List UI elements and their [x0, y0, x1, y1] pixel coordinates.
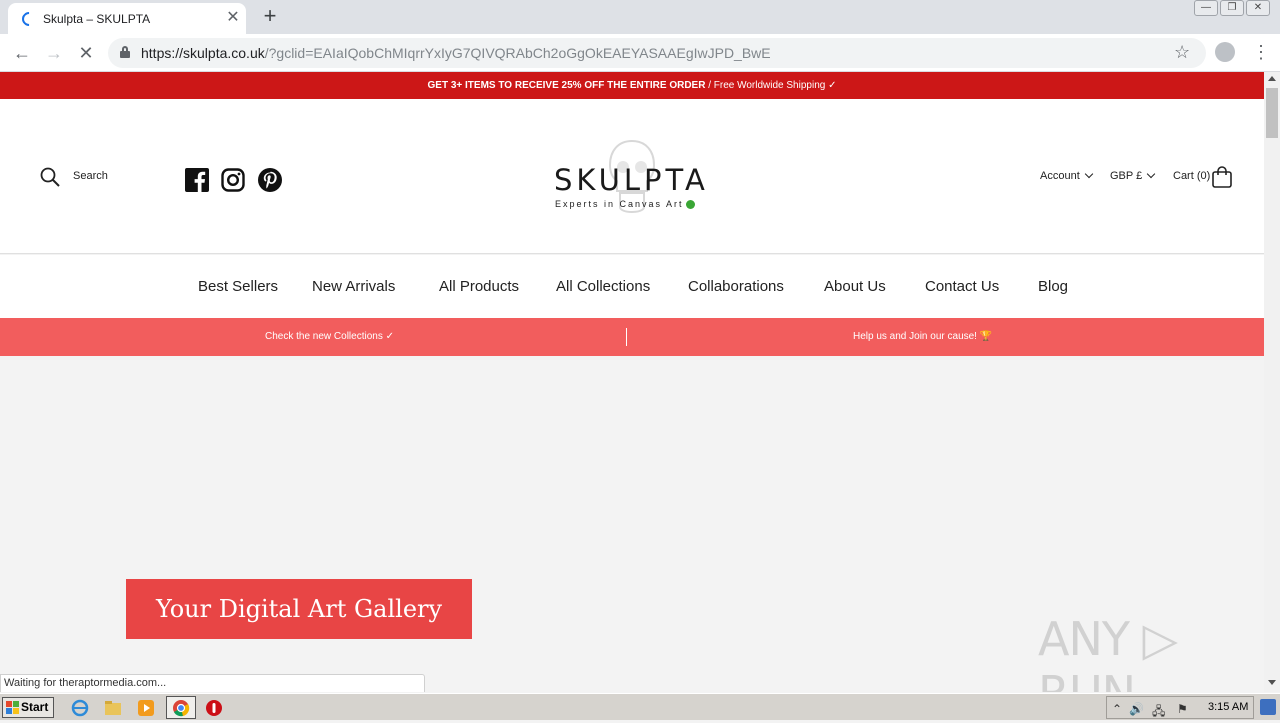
- site-logo[interactable]: SKULPTA Experts in Canvas Art: [554, 137, 714, 217]
- taskbar: Start ⌃ 🔊 🖧 ⚑ 3:15 AM: [0, 693, 1280, 720]
- loading-spinner-icon: [19, 9, 39, 29]
- new-collections-link[interactable]: Check the new Collections ✓: [265, 331, 394, 342]
- cart-link[interactable]: Cart (0): [1173, 170, 1210, 182]
- nav-collaborations[interactable]: Collaborations: [688, 278, 784, 295]
- window-controls: — ❐ ✕: [1194, 0, 1270, 18]
- file-explorer-icon[interactable]: [104, 699, 122, 717]
- announcement-bar: Check the new Collections ✓ Help us and …: [0, 318, 1264, 356]
- page-scrollbar[interactable]: [1264, 72, 1280, 692]
- chrome-icon: [173, 700, 190, 717]
- main-navigation: Best Sellers New Arrivals All Products A…: [0, 255, 1264, 318]
- bookmark-star-icon[interactable]: ☆: [1174, 42, 1190, 63]
- browser-toolbar: ← → ✕ https://skulpta.co.uk/?gclid=EAIaI…: [0, 34, 1280, 72]
- restore-button[interactable]: ❐: [1220, 0, 1244, 16]
- volume-icon[interactable]: 🔊: [1129, 702, 1144, 716]
- action-center-flag-icon[interactable]: ⚑: [1177, 702, 1188, 716]
- promo-banner[interactable]: GET 3+ ITEMS TO RECEIVE 25% OFF THE ENTI…: [0, 72, 1264, 99]
- logo-wordmark: SKULPTA: [554, 163, 709, 197]
- back-button[interactable]: ←: [9, 40, 35, 66]
- windows-logo-icon: [6, 701, 19, 714]
- instagram-icon[interactable]: [221, 168, 245, 192]
- pinterest-icon[interactable]: [258, 168, 282, 192]
- scroll-thumb[interactable]: [1266, 88, 1278, 138]
- media-player-icon[interactable]: [137, 699, 155, 717]
- logo-tagline: Experts in Canvas Art: [555, 199, 695, 210]
- tab-close-icon[interactable]: ✕: [224, 9, 242, 27]
- nav-all-collections[interactable]: All Collections: [556, 278, 650, 295]
- tray-expand-icon[interactable]: ⌃: [1112, 702, 1122, 716]
- scroll-up-arrow-icon[interactable]: [1268, 76, 1276, 81]
- nav-contact-us[interactable]: Contact Us: [925, 278, 999, 295]
- scroll-down-arrow-icon[interactable]: [1268, 680, 1276, 685]
- search-icon[interactable]: [40, 167, 60, 187]
- divider: [626, 328, 627, 346]
- show-desktop-icon[interactable]: [1260, 699, 1276, 715]
- browser-menu-icon[interactable]: ⋮: [1252, 40, 1270, 64]
- start-button[interactable]: Start: [2, 697, 54, 718]
- chrome-taskbar-button[interactable]: [166, 696, 196, 719]
- taskbar-clock[interactable]: 3:15 AM: [1208, 701, 1248, 713]
- close-window-button[interactable]: ✕: [1246, 0, 1270, 16]
- check-badge-icon: [685, 200, 695, 210]
- nav-best-sellers[interactable]: Best Sellers: [198, 278, 278, 295]
- new-tab-button[interactable]: +: [258, 4, 282, 28]
- anyrun-watermark: ANY ▷ RUN: [1038, 612, 1178, 692]
- browser-tab-bar: Skulpta – SKULPTA ✕ + — ❐ ✕: [0, 0, 1280, 34]
- hero-gallery-button[interactable]: Your Digital Art Gallery: [126, 579, 472, 639]
- profile-avatar-icon[interactable]: [1215, 42, 1235, 62]
- forward-button[interactable]: →: [41, 40, 67, 66]
- shopping-bag-icon[interactable]: [1211, 166, 1233, 188]
- browser-tab[interactable]: Skulpta – SKULPTA ✕: [8, 3, 246, 34]
- internet-explorer-icon[interactable]: [71, 699, 89, 717]
- nav-new-arrivals[interactable]: New Arrivals: [312, 278, 395, 295]
- browser-status-bar: Waiting for theraptormedia.com...: [0, 674, 425, 692]
- chevron-down-icon: [1084, 169, 1093, 179]
- nav-blog[interactable]: Blog: [1038, 278, 1068, 295]
- stop-loading-button[interactable]: ✕: [73, 40, 99, 66]
- opera-icon[interactable]: [205, 699, 223, 717]
- site-header: Search SKULPTA Experts in Canvas Art Acc…: [0, 99, 1264, 254]
- tab-title: Skulpta – SKULPTA: [43, 12, 151, 26]
- chevron-down-icon: [1146, 169, 1156, 179]
- facebook-icon[interactable]: [185, 168, 209, 192]
- minimize-button[interactable]: —: [1194, 0, 1218, 16]
- join-cause-link[interactable]: Help us and Join our cause! 🏆: [853, 331, 992, 342]
- nav-about-us[interactable]: About Us: [824, 278, 886, 295]
- page-viewport: GET 3+ ITEMS TO RECEIVE 25% OFF THE ENTI…: [0, 72, 1264, 692]
- currency-selector[interactable]: GBP £: [1110, 169, 1156, 182]
- search-label[interactable]: Search: [73, 170, 108, 182]
- nav-all-products[interactable]: All Products: [439, 278, 519, 295]
- address-bar[interactable]: https://skulpta.co.uk/?gclid=EAIaIQobChM…: [108, 38, 1206, 68]
- account-menu[interactable]: Account: [1040, 169, 1093, 182]
- url-text[interactable]: https://skulpta.co.uk/?gclid=EAIaIQobChM…: [141, 45, 771, 61]
- lock-icon[interactable]: [120, 46, 130, 58]
